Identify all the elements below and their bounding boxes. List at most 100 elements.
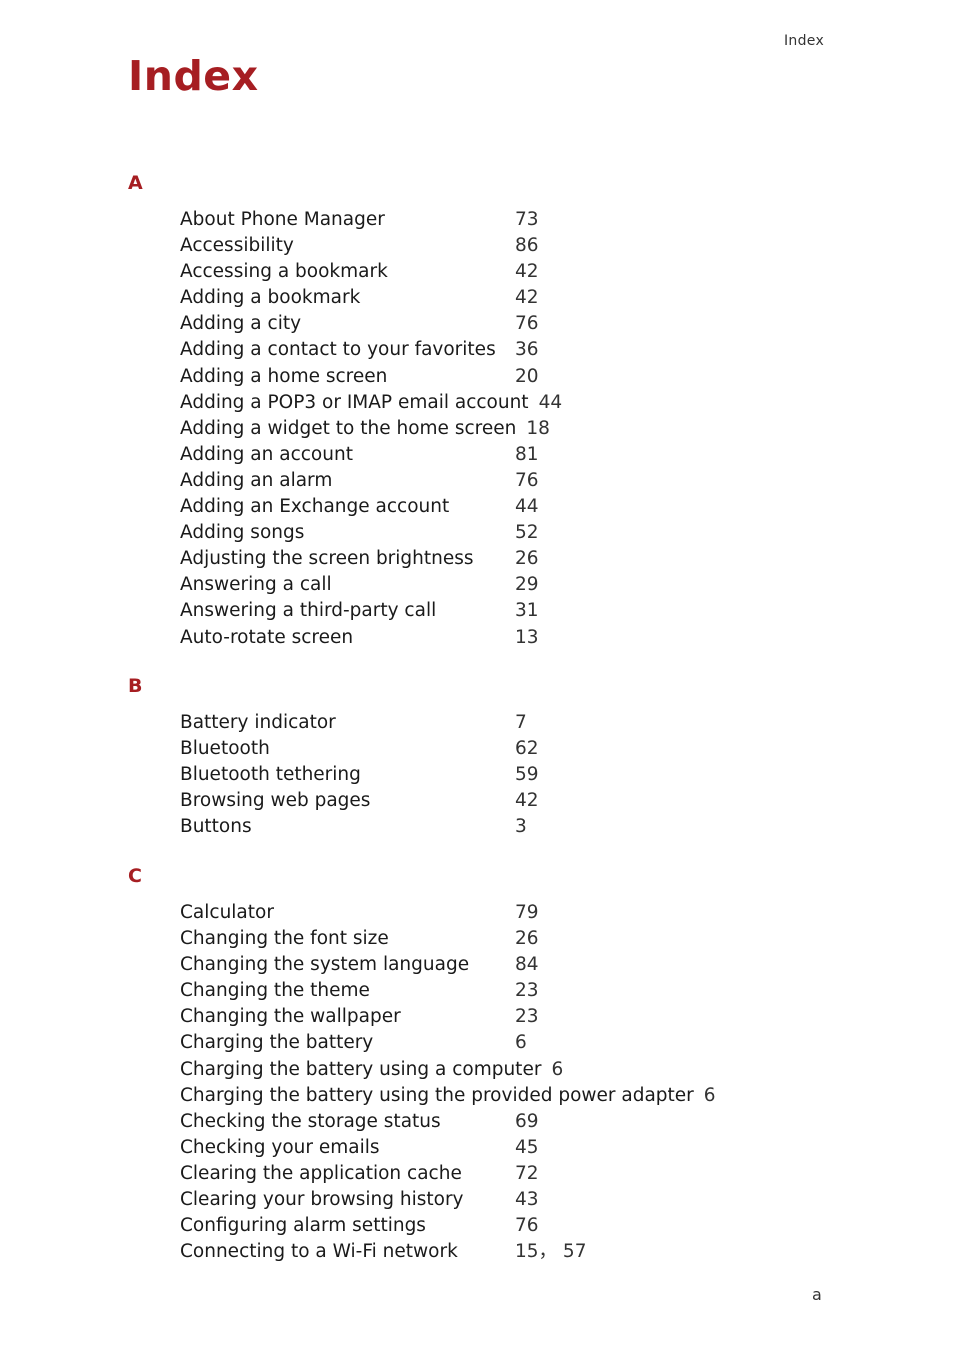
index-entry: Adjusting the screen brightness 26 — [180, 546, 562, 572]
section-letter: C — [128, 865, 142, 887]
index-entry: Adding a widget to the home screen 18 — [180, 416, 562, 442]
entry-list: About Phone Manager 73 Accessibility 86 Acce… — [180, 207, 562, 651]
entry-page-ref[interactable]: 6 — [515, 1030, 527, 1056]
entry-page-ref[interactable]: 44 — [515, 494, 539, 520]
entry-page-ref[interactable]: 26 — [515, 546, 539, 572]
index-entry: Adding songs 52 — [180, 520, 562, 546]
entry-page-ref[interactable]: 26 — [515, 926, 539, 952]
entry-page-ref[interactable]: 23 — [515, 1004, 539, 1030]
index-entry: Charging the battery using a computer 6 — [180, 1057, 716, 1083]
entry-page-ref[interactable]: 81 — [515, 442, 539, 468]
entry-term: Connecting to a Wi-Fi network — [180, 1241, 458, 1263]
entry-list: Battery indicator 7 Bluetooth 62 Bluetooth t… — [180, 710, 539, 840]
entry-page-ref[interactable]: 76 — [515, 1213, 539, 1239]
entry-term: Clearing your browsing history — [180, 1189, 464, 1211]
index-entry: Checking the storage status 69 — [180, 1109, 716, 1135]
entry-term: Answering a third-party call — [180, 600, 437, 622]
index-entry: Charging the battery using the provided … — [180, 1083, 716, 1109]
entry-term: Calculator — [180, 902, 274, 923]
entry-term: Auto-rotate screen — [180, 626, 354, 648]
entry-term: Adding a home screen — [180, 365, 388, 387]
index-entry: About Phone Manager 73 — [180, 207, 562, 233]
entry-term: Adding a POP3 or IMAP email account — [180, 391, 529, 413]
entry-page-ref[interactable]: 76 — [515, 311, 539, 337]
entry-term: Bluetooth tethering — [180, 764, 361, 786]
index-entry: Buttons 3 — [180, 814, 527, 840]
entry-page-ref[interactable]: 42 — [515, 259, 539, 285]
index-entry: Adding an account 81 — [180, 442, 562, 468]
entry-term: Changing the theme — [180, 980, 370, 1002]
entry-page-ref[interactable]: 86 — [515, 233, 539, 259]
entry-term: Accessibility — [180, 235, 294, 257]
entry-term: Checking your emails — [180, 1136, 380, 1158]
entry-term: Charging the battery — [180, 1032, 374, 1054]
entry-page-ref[interactable]: 20 — [515, 364, 539, 390]
index-entry: Browsing web pages 42 — [180, 788, 539, 814]
entry-term: Changing the system language — [180, 954, 470, 976]
entry-page-ref[interactable]: 29 — [515, 572, 539, 598]
entry-page-ref[interactable]: 13 — [515, 625, 539, 651]
entry-page-ref[interactable]: 69 — [515, 1109, 539, 1135]
index-entry: Changing the system language 84 — [180, 952, 716, 978]
page-title: Index — [128, 52, 259, 100]
index-entry: Accessibility 86 — [180, 233, 562, 259]
entry-page-ref[interactable]: 79 — [515, 900, 539, 926]
index-entry: Bluetooth tethering 59 — [180, 762, 539, 788]
entry-term: Answering a call — [180, 574, 332, 596]
entry-term: Charging the battery using a computer — [180, 1058, 542, 1080]
entry-term: Accessing a bookmark — [180, 261, 388, 283]
entry-page-ref[interactable]: 31 — [515, 598, 539, 624]
entry-term: Clearing the application cache — [180, 1162, 462, 1184]
entry-page-ref[interactable]: 52 — [515, 520, 539, 546]
index-entry: Connecting to a Wi-Fi network 15， 57 — [180, 1239, 716, 1265]
index-entry: Answering a call 29 — [180, 572, 562, 598]
index-entry: Adding a city 76 — [180, 311, 562, 337]
index-entry: Accessing a bookmark 42 — [180, 259, 562, 285]
index-entry: Adding an Exchange account 44 — [180, 494, 562, 520]
entry-term: Adjusting the screen brightness — [180, 548, 474, 570]
entry-term: Changing the wallpaper — [180, 1006, 401, 1028]
entry-term: Adding a widget to the home screen — [180, 417, 517, 439]
index-entry: Auto-rotate screen 13 — [180, 625, 562, 651]
entry-page-ref[interactable]: 45 — [515, 1135, 539, 1161]
index-entry: Adding a home screen 20 — [180, 364, 562, 390]
index-entry: Battery indicator 7 — [180, 710, 527, 736]
entry-term: Adding a bookmark — [180, 287, 361, 309]
page-number: a — [812, 1285, 822, 1304]
index-entry: Answering a third-party call 31 — [180, 598, 562, 624]
entry-term: Bluetooth — [180, 738, 270, 760]
section-letter: A — [128, 172, 143, 194]
entry-page-ref[interactable]: 44 — [539, 392, 563, 413]
entry-term: Buttons — [180, 816, 252, 838]
entry-page-ref[interactable]: 3 — [515, 814, 527, 840]
entry-page-ref[interactable]: 18 — [526, 418, 550, 439]
entry-page-ref[interactable]: 23 — [515, 978, 539, 1004]
entry-page-ref[interactable]: 43 — [515, 1187, 539, 1213]
index-entry: Bluetooth 62 — [180, 736, 539, 762]
entry-page-ref[interactable]: 84 — [515, 952, 539, 978]
entry-term: Adding songs — [180, 522, 305, 544]
index-entry: Clearing your browsing history 43 — [180, 1187, 716, 1213]
index-entry: Adding a contact to your favorites 36 — [180, 337, 562, 363]
entry-page-ref[interactable]: 6 — [551, 1059, 563, 1080]
entry-page-ref[interactable]: 59 — [515, 762, 539, 788]
entry-term: Checking the storage status — [180, 1110, 441, 1132]
entry-page-ref[interactable]: 6 — [704, 1085, 716, 1106]
entry-page-ref[interactable]: 42 — [515, 788, 539, 814]
entry-page-ref[interactable]: 7 — [515, 710, 527, 736]
entry-page-ref[interactable]: 73 — [515, 207, 539, 233]
index-entry: Checking your emails 45 — [180, 1135, 716, 1161]
entry-page-ref[interactable]: 76 — [515, 468, 539, 494]
entry-page-ref[interactable]: 72 — [515, 1161, 539, 1187]
entry-page-ref[interactable]: 62 — [515, 736, 539, 762]
entry-page-ref[interactable]: 15， 57 — [515, 1239, 586, 1265]
entry-term: Battery indicator — [180, 712, 336, 733]
index-entry: Adding a POP3 or IMAP email account 44 — [180, 390, 562, 416]
index-entry: Changing the theme 23 — [180, 978, 716, 1004]
entry-term: Changing the font size — [180, 928, 389, 950]
entry-term: Configuring alarm settings — [180, 1215, 426, 1237]
entry-page-ref[interactable]: 42 — [515, 285, 539, 311]
entry-term: Charging the battery using the provided … — [180, 1084, 694, 1106]
entry-page-ref[interactable]: 36 — [515, 337, 539, 363]
index-entry: Changing the font size 26 — [180, 926, 716, 952]
